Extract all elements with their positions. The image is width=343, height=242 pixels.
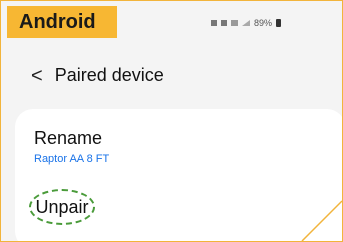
battery-percentage: 89%	[254, 18, 273, 28]
wifi-icon	[231, 20, 238, 26]
app-bar: < Paired device	[31, 65, 164, 86]
android-badge: Android	[7, 6, 117, 38]
screenshot-frame: Android 89% < Paired device Rename Rapto…	[0, 0, 343, 242]
chevron-left-icon[interactable]: <	[31, 66, 43, 86]
signal-icon	[242, 20, 250, 26]
page-title: Paired device	[54, 65, 164, 85]
corner-decoration	[301, 200, 342, 241]
mute-icon	[221, 20, 227, 26]
battery-icon	[276, 19, 282, 27]
unpair-item[interactable]: Unpair	[29, 189, 95, 225]
device-name: Raptor AA 8 FT	[34, 153, 110, 165]
nfc-icon	[211, 20, 217, 26]
unpair-label: Unpair	[35, 196, 89, 217]
rename-label: Rename	[34, 128, 103, 148]
status-bar: 89%	[211, 18, 282, 28]
